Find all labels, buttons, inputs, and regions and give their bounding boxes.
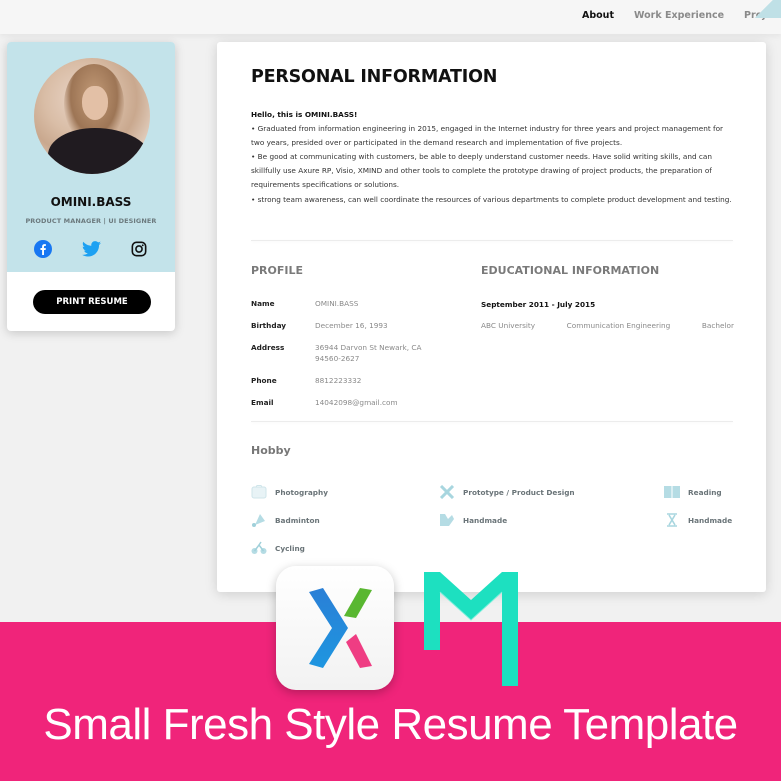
intro-bullet: • strong team awareness, can well coordi… [251, 194, 732, 204]
intro-text: Hello, this is OMINI.BASS! • Graduated f… [251, 108, 735, 207]
axure-logo [276, 566, 394, 690]
hobby-label: Reading [688, 487, 722, 497]
print-resume-button[interactable]: PRINT RESUME [33, 290, 151, 314]
hobby-label: Photography [275, 487, 328, 497]
divider [251, 421, 733, 422]
profile-label: Name [251, 299, 275, 308]
hobby-item: Reading [664, 485, 722, 499]
divider [251, 240, 733, 241]
hobby-item: Photography [251, 485, 328, 499]
profile-role: PRODUCT MANAGER | UI DESIGNER [25, 217, 157, 225]
profile-card-header: OMINI.BASS PRODUCT MANAGER | UI DESIGNER [7, 42, 175, 272]
camera-icon [251, 485, 267, 499]
education-period: September 2011 - July 2015 [481, 300, 596, 309]
resume-card: PERSONAL INFORMATION Hello, this is OMIN… [217, 42, 766, 592]
bicycle-icon [251, 541, 267, 555]
hobby-item: Badminton [251, 513, 320, 527]
education-heading: EDUCATIONAL INFORMATION [481, 264, 660, 277]
hobby-label: Badminton [275, 515, 320, 525]
hobby-item: Cycling [251, 541, 305, 555]
intro-greeting: Hello, this is OMINI.BASS! [251, 110, 358, 119]
design-tools-icon [439, 484, 455, 500]
mockplus-logo [422, 570, 520, 688]
banner-title: Small Fresh Style Resume Template [43, 700, 738, 749]
hobby-item: Handmade [439, 513, 507, 527]
profile-heading: PROFILE [251, 264, 304, 277]
intro-bullet: • Graduated from information engineering… [251, 124, 724, 148]
profile-row-email: Email 14042098@gmail.com [251, 398, 461, 408]
profile-value: December 16, 1993 [315, 321, 388, 330]
avatar [34, 58, 150, 174]
profile-row-address: Address 36944 Darvon St Newark, CA 94560… [251, 343, 461, 364]
twitter-icon[interactable] [81, 239, 101, 259]
hobby-item: Handmade [664, 513, 732, 527]
hobby-label: Prototype / Product Design [463, 487, 575, 497]
profile-list: Name OMINI.BASS Birthday December 16, 19… [251, 299, 461, 420]
instagram-icon[interactable] [129, 239, 149, 259]
education-degree: Bachelor [701, 321, 734, 330]
profile-label: Email [251, 398, 274, 407]
corner-decoration [751, 0, 781, 18]
education-row: ABC University Communication Engineering… [481, 321, 734, 330]
nav-about[interactable]: About [582, 10, 614, 21]
nav-work-experience[interactable]: Work Experience [634, 10, 724, 21]
hobby-label: Handmade [463, 515, 508, 525]
profile-label: Phone [251, 376, 277, 385]
education-major: Communication Engineering [566, 321, 671, 330]
top-nav: About Work Experience Project Exp [0, 0, 781, 34]
profile-row-name: Name OMINI.BASS [251, 299, 461, 309]
profile-row-phone: Phone 8812223332 [251, 376, 461, 386]
profile-label: Birthday [251, 321, 287, 330]
shuttlecock-icon [251, 513, 267, 527]
hobby-item: Prototype / Product Design [439, 484, 575, 500]
page-title: PERSONAL INFORMATION [251, 67, 498, 87]
hobby-heading: Hobby [251, 444, 291, 457]
social-links [7, 239, 175, 259]
profile-row-birthday: Birthday December 16, 1993 [251, 321, 461, 331]
profile-value: 8812223332 [315, 376, 362, 385]
hourglass-icon [664, 513, 680, 527]
book-icon [664, 485, 680, 499]
hobby-label: Handmade [688, 515, 733, 525]
education-school: ABC University [481, 321, 536, 330]
hobby-label: Cycling [275, 543, 305, 553]
profile-value: OMINI.BASS [315, 299, 359, 308]
profile-name: OMINI.BASS [50, 195, 132, 209]
intro-bullet: • Be good at communicating with customer… [251, 152, 713, 190]
facebook-icon[interactable] [33, 239, 53, 259]
handmade-icon [439, 513, 455, 527]
profile-value[interactable]: 14042098@gmail.com [315, 397, 445, 408]
profile-card: OMINI.BASS PRODUCT MANAGER | UI DESIGNER… [7, 42, 175, 331]
profile-label: Address [251, 343, 285, 352]
profile-value: 36944 Darvon St Newark, CA 94560-2627 [315, 343, 422, 363]
